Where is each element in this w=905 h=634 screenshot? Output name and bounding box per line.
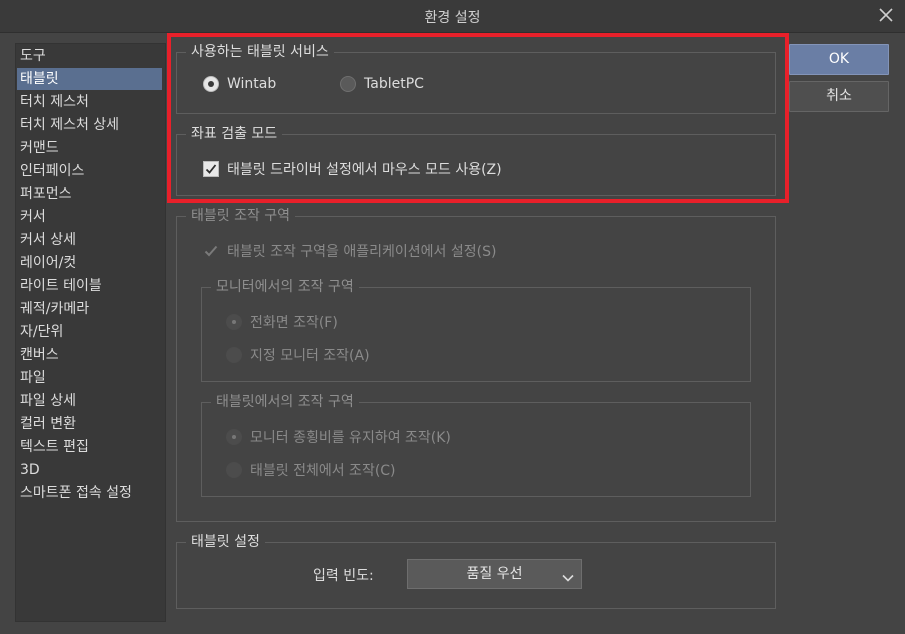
app-setting-checkbox[interactable]: 태블릿 조작 구역을 애플리케이션에서 설정(S) bbox=[203, 241, 496, 261]
sidebar-item-file[interactable]: 파일 bbox=[17, 367, 162, 389]
radio-wintab-label: Wintab bbox=[227, 76, 277, 92]
sidebar-item-touch-gesture-detail[interactable]: 터치 제스처 상세 bbox=[17, 114, 162, 136]
operation-area-group: 태블릿 조작 구역 태블릿 조작 구역을 애플리케이션에서 설정(S) 모니터에… bbox=[176, 207, 776, 522]
radio-keep-aspect-label: 모니터 종횡비를 유지하여 조작(K) bbox=[250, 430, 451, 446]
sidebar-item-smartphone-connect[interactable]: 스마트폰 접속 설정 bbox=[17, 482, 162, 504]
radio-specified-monitor[interactable]: 지정 모니터 조작(A) bbox=[226, 345, 370, 365]
radio-tabletpc-label: TabletPC bbox=[364, 76, 424, 92]
chevron-down-icon bbox=[561, 567, 575, 582]
sidebar-item-cursor-detail[interactable]: 커서 상세 bbox=[17, 229, 162, 251]
input-frequency-value: 품질 우선 bbox=[466, 566, 523, 582]
coordinate-mode-group: 좌표 검출 모드 태블릿 드라이버 설정에서 마우스 모드 사용(Z) bbox=[176, 125, 776, 196]
radio-whole-tablet[interactable]: 태블릿 전체에서 조작(C) bbox=[226, 460, 396, 480]
tablet-area-title: 태블릿에서의 조작 구역 bbox=[211, 393, 359, 411]
sidebar-item-file-detail[interactable]: 파일 상세 bbox=[17, 390, 162, 412]
radio-selected-icon bbox=[203, 76, 219, 92]
sidebar-item-3d[interactable]: 3D bbox=[17, 459, 162, 481]
radio-unselected-icon bbox=[226, 347, 242, 363]
radio-wintab[interactable]: Wintab bbox=[203, 76, 276, 92]
radio-full-screen-label: 전화면 조작(F) bbox=[250, 315, 338, 331]
radio-tabletpc[interactable]: TabletPC bbox=[340, 76, 424, 92]
radio-selected-icon bbox=[226, 314, 242, 330]
mouse-mode-checkbox[interactable]: 태블릿 드라이버 설정에서 마우스 모드 사용(Z) bbox=[203, 159, 502, 179]
operation-area-title: 태블릿 조작 구역 bbox=[186, 207, 296, 225]
sidebar-item-performance[interactable]: 퍼포먼스 bbox=[17, 183, 162, 205]
sidebar-item-interface[interactable]: 인터페이스 bbox=[17, 160, 162, 182]
sidebar-item-tablet[interactable]: 태블릿 bbox=[17, 68, 162, 90]
radio-whole-tablet-label: 태블릿 전체에서 조작(C) bbox=[250, 463, 396, 479]
sidebar-item-tool[interactable]: 도구 bbox=[17, 45, 162, 67]
cancel-button[interactable]: 취소 bbox=[789, 81, 889, 112]
checkmark-icon bbox=[203, 243, 219, 259]
tablet-service-title: 사용하는 태블릿 서비스 bbox=[186, 43, 334, 61]
sidebar-item-light-table[interactable]: 라이트 테이블 bbox=[17, 275, 162, 297]
checkmark-icon bbox=[203, 161, 219, 177]
tablet-area-group: 태블릿에서의 조작 구역 모니터 종횡비를 유지하여 조작(K) 태블릿 전체에… bbox=[201, 393, 751, 497]
ok-button[interactable]: OK bbox=[789, 44, 889, 75]
sidebar-item-canvas[interactable]: 캔버스 bbox=[17, 344, 162, 366]
sidebar-item-track-camera[interactable]: 궤적/카메라 bbox=[17, 298, 162, 320]
radio-unselected-icon bbox=[340, 76, 356, 92]
radio-specified-monitor-label: 지정 모니터 조작(A) bbox=[250, 348, 370, 364]
input-frequency-select[interactable]: 품질 우선 bbox=[407, 559, 582, 589]
sidebar-item-layer-frame[interactable]: 레이어/컷 bbox=[17, 252, 162, 274]
app-setting-label: 태블릿 조작 구역을 애플리케이션에서 설정(S) bbox=[227, 244, 497, 260]
mouse-mode-label: 태블릿 드라이버 설정에서 마우스 모드 사용(Z) bbox=[227, 162, 502, 178]
sidebar-item-ruler-unit[interactable]: 자/단위 bbox=[17, 321, 162, 343]
sidebar-item-command[interactable]: 커맨드 bbox=[17, 137, 162, 159]
radio-unselected-icon bbox=[226, 462, 242, 478]
radio-keep-aspect[interactable]: 모니터 종횡비를 유지하여 조작(K) bbox=[226, 427, 451, 447]
sidebar-item-cursor[interactable]: 커서 bbox=[17, 206, 162, 228]
input-frequency-label: 입력 빈도: bbox=[313, 568, 374, 584]
monitor-area-title: 모니터에서의 조작 구역 bbox=[211, 278, 359, 296]
monitor-area-group: 모니터에서의 조작 구역 전화면 조작(F) 지정 모니터 조작(A) bbox=[201, 278, 751, 382]
sidebar-item-color-conversion[interactable]: 컬러 변환 bbox=[17, 413, 162, 435]
radio-full-screen[interactable]: 전화면 조작(F) bbox=[226, 312, 338, 332]
radio-selected-icon bbox=[226, 429, 242, 445]
coordinate-mode-title: 좌표 검출 모드 bbox=[186, 125, 283, 143]
close-icon[interactable] bbox=[875, 4, 897, 26]
sidebar-item-text-edit[interactable]: 텍스트 편집 bbox=[17, 436, 162, 458]
tablet-settings-title: 태블릿 설정 bbox=[186, 533, 265, 551]
title-bar: 환경 설정 bbox=[0, 0, 905, 33]
category-list[interactable]: 도구 태블릿 터치 제스처 터치 제스처 상세 커맨드 인터페이스 퍼포먼스 커… bbox=[15, 43, 166, 622]
window-title: 환경 설정 bbox=[424, 10, 481, 26]
sidebar-item-touch-gesture[interactable]: 터치 제스처 bbox=[17, 91, 162, 113]
tablet-service-group: 사용하는 태블릿 서비스 Wintab TabletPC bbox=[176, 43, 776, 114]
